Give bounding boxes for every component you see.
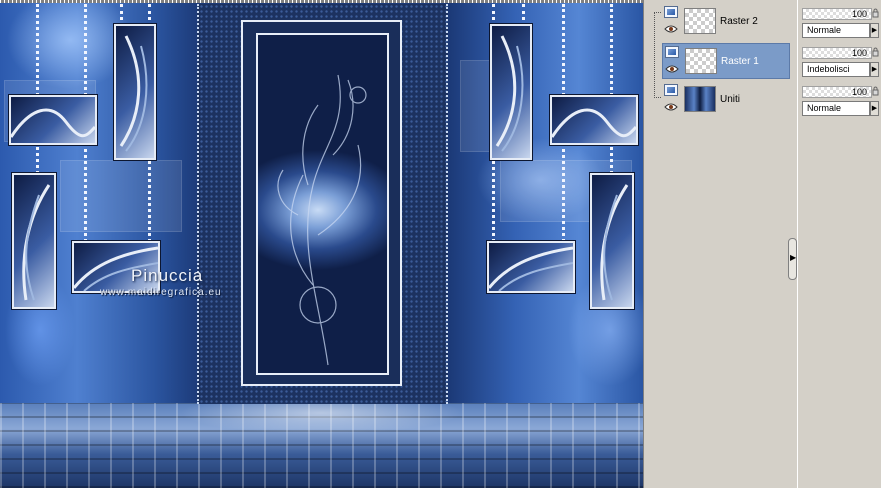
hanging-chain [562,4,565,96]
hanging-chain [492,4,495,26]
raster-layer-icon [665,46,679,58]
center-inner-frame [256,33,389,375]
layer-row-raster-1[interactable]: Raster 1 [662,43,790,79]
blend-mode-select[interactable]: Normale [802,101,870,116]
layer-name: Uniti [720,94,741,105]
watermark-url: www.maidiregrafica.eu [100,287,222,298]
layer-group-line [654,12,661,98]
hanging-chain [522,4,525,26]
dropdown-arrow-icon[interactable]: ▶ [870,23,879,38]
layer-name: Raster 1 [721,56,759,67]
framed-thumbnail [487,241,575,293]
layer-row-raster-2[interactable]: Raster 2 [662,4,790,40]
framed-thumbnail [114,24,156,160]
hanging-chain [610,142,613,174]
background-block [60,160,182,232]
dropdown-arrow-icon[interactable]: ▶ [870,101,879,116]
hanging-chain [562,142,565,242]
framed-thumbnail [490,24,532,160]
framed-thumbnail [12,173,56,309]
raster-layer-icon [664,84,678,96]
opacity-value: 100 [851,48,867,58]
opacity-slider[interactable]: 100 [802,86,872,98]
floral-swirl-art [277,74,367,366]
framed-thumbnail [9,95,97,145]
tiled-floor [0,403,643,488]
opacity-slider[interactable]: 100 [802,47,872,59]
eye-icon[interactable] [664,24,678,34]
lock-icon[interactable] [872,86,879,96]
hanging-chain [120,4,123,26]
eye-icon[interactable] [665,64,679,74]
layer-properties-raster-2: 100 Normale ▶ [802,6,880,42]
hanging-chain [148,156,151,242]
blend-mode-select[interactable]: Normale [802,23,870,38]
blend-mode-select[interactable]: Indebolisci [802,62,870,77]
hanging-chain [148,4,151,26]
opacity-value: 100 [851,87,867,97]
hanging-chain [84,4,87,96]
layer-properties-uniti: 100 Normale ▶ [802,84,880,120]
hanging-chain [84,142,87,242]
layer-properties-panel: 100 Normale ▶ 100 Indebolisci ▶ 100 Norm… [797,0,881,488]
image-canvas[interactable]: Pinuccia www.maidiregrafica.eu [0,0,643,488]
hanging-chain [36,142,39,174]
panel-collapse-handle[interactable]: ▶ [788,238,797,280]
opacity-value: 100 [851,9,867,19]
opacity-slider[interactable]: 100 [802,8,872,20]
layer-thumbnail [684,86,716,112]
framed-thumbnail [550,95,638,145]
layer-properties-raster-1: 100 Indebolisci ▶ [802,45,880,81]
layer-row-uniti[interactable]: Uniti [662,82,790,118]
hanging-chain [610,4,613,96]
layer-thumbnail [685,48,717,74]
watermark-title: Pinuccia [131,266,204,285]
chevron-right-icon: ▶ [790,253,797,262]
hanging-chain [492,156,495,242]
framed-thumbnail [590,173,634,309]
ruler [0,0,643,3]
layers-palette: Raster 2 Raster 1 Uniti [643,0,795,488]
eye-icon[interactable] [664,102,678,112]
layer-name: Raster 2 [720,16,758,27]
layer-thumbnail [684,8,716,34]
hanging-chain [36,4,39,96]
dropdown-arrow-icon[interactable]: ▶ [870,62,879,77]
lock-icon[interactable] [872,47,879,57]
raster-layer-icon [664,6,678,18]
lock-icon[interactable] [872,8,879,18]
